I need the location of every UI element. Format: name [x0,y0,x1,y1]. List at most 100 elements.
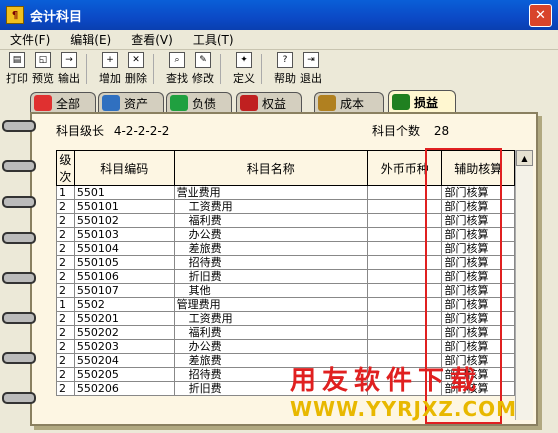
tab-cost[interactable]: 成本 [314,92,384,113]
table-row[interactable]: 2 550203 办公费 部门核算 [56,339,515,354]
cell-name[interactable]: 福利费 [173,213,368,228]
cell-code[interactable]: 550203 [73,339,175,354]
help-button[interactable]: ? 帮助 [272,52,298,86]
cell-currency[interactable] [366,283,443,298]
header-aux[interactable]: 辅助核算 [441,150,515,186]
cell-currency[interactable] [366,185,443,200]
cell-level[interactable]: 2 [56,227,75,242]
cell-code[interactable]: 550103 [73,227,175,242]
header-level[interactable]: 级次 [56,150,75,186]
preview-button[interactable]: ◱ 预览 [30,52,56,86]
cell-name[interactable]: 其他 [173,283,368,298]
cell-code[interactable]: 550204 [73,353,175,368]
cell-code[interactable]: 550107 [73,283,175,298]
cell-aux[interactable]: 部门核算 [441,325,515,340]
cell-code[interactable]: 550206 [73,381,175,396]
cell-level[interactable]: 2 [56,213,75,228]
cell-name[interactable]: 办公费 [173,227,368,242]
export-button[interactable]: → 输出 [56,52,82,86]
header-currency[interactable]: 外币币种 [366,150,443,186]
cell-level[interactable]: 2 [56,367,75,382]
cell-code[interactable]: 5501 [73,185,175,200]
cell-name[interactable]: 招待费 [173,255,368,270]
menu-view[interactable]: 查看(V) [121,31,183,48]
table-row[interactable]: 2 550201 工资费用 部门核算 [56,311,515,326]
cell-aux[interactable]: 部门核算 [441,339,515,354]
table-row[interactable]: 2 550102 福利费 部门核算 [56,213,515,228]
header-code[interactable]: 科目编码 [73,150,175,186]
menu-edit[interactable]: 编辑(E) [60,31,121,48]
cell-level[interactable]: 2 [56,353,75,368]
cell-aux[interactable]: 部门核算 [441,269,515,284]
cell-level[interactable]: 2 [56,255,75,270]
cell-aux[interactable]: 部门核算 [441,283,515,298]
print-button[interactable]: ▤ 打印 [4,52,30,86]
cell-code[interactable]: 550201 [73,311,175,326]
cell-aux[interactable]: 部门核算 [441,227,515,242]
cell-code[interactable]: 550105 [73,255,175,270]
cell-currency[interactable] [366,325,443,340]
tab-profit-loss[interactable]: 损益 [388,90,456,113]
cell-name[interactable]: 折旧费 [173,269,368,284]
cell-level[interactable]: 1 [56,297,75,312]
cell-name[interactable]: 差旅费 [173,241,368,256]
add-button[interactable]: + 增加 [97,52,123,86]
cell-aux[interactable]: 部门核算 [441,297,515,312]
cell-code[interactable]: 550106 [73,269,175,284]
cell-code[interactable]: 5502 [73,297,175,312]
menu-file[interactable]: 文件(F) [0,31,60,48]
cell-level[interactable]: 2 [56,241,75,256]
cell-name[interactable]: 办公费 [173,339,368,354]
table-row[interactable]: 2 550104 差旅费 部门核算 [56,241,515,256]
cell-aux[interactable]: 部门核算 [441,213,515,228]
exit-button[interactable]: ⇥ 退出 [298,52,324,86]
cell-level[interactable]: 1 [56,185,75,200]
menu-tools[interactable]: 工具(T) [183,31,244,48]
table-row[interactable]: 2 550105 招待费 部门核算 [56,255,515,270]
tab-all[interactable]: 全部 [30,92,96,113]
table-row[interactable]: 2 550106 折旧费 部门核算 [56,269,515,284]
cell-aux[interactable]: 部门核算 [441,185,515,200]
table-row[interactable]: 2 550107 其他 部门核算 [56,283,515,298]
cell-level[interactable]: 2 [56,311,75,326]
cell-aux[interactable]: 部门核算 [441,199,515,214]
tab-equity[interactable]: 权益 [236,92,302,113]
cell-aux[interactable]: 部门核算 [441,241,515,256]
cell-level[interactable]: 2 [56,283,75,298]
close-button[interactable]: ✕ [529,4,552,27]
cell-name[interactable]: 工资费用 [173,311,368,326]
cell-currency[interactable] [366,213,443,228]
table-row[interactable]: 2 550202 福利费 部门核算 [56,325,515,340]
cell-currency[interactable] [366,269,443,284]
cell-level[interactable]: 2 [56,381,75,396]
cell-currency[interactable] [366,297,443,312]
cell-name[interactable]: 管理费用 [173,297,368,312]
cell-currency[interactable] [366,199,443,214]
table-row[interactable]: 2 550103 办公费 部门核算 [56,227,515,242]
table-row[interactable]: 2 550101 工资费用 部门核算 [56,199,515,214]
find-button[interactable]: ⌕ 查找 [164,52,190,86]
cell-code[interactable]: 550101 [73,199,175,214]
edit-button[interactable]: ✎ 修改 [190,52,216,86]
cell-aux[interactable]: 部门核算 [441,255,515,270]
cell-code[interactable]: 550102 [73,213,175,228]
tab-liabilities[interactable]: 负债 [166,92,232,113]
cell-currency[interactable] [366,339,443,354]
cell-level[interactable]: 2 [56,269,75,284]
cell-aux[interactable]: 部门核算 [441,311,515,326]
table-row[interactable]: 1 5501 营业费用 部门核算 [56,185,515,200]
cell-currency[interactable] [366,255,443,270]
cell-level[interactable]: 2 [56,199,75,214]
tab-assets[interactable]: 资产 [98,92,164,113]
cell-code[interactable]: 550205 [73,367,175,382]
table-row[interactable]: 1 5502 管理费用 部门核算 [56,297,515,312]
cell-currency[interactable] [366,227,443,242]
cell-name[interactable]: 工资费用 [173,199,368,214]
cell-level[interactable]: 2 [56,339,75,354]
cell-code[interactable]: 550202 [73,325,175,340]
cell-level[interactable]: 2 [56,325,75,340]
cell-name[interactable]: 福利费 [173,325,368,340]
define-button[interactable]: ✦ 定义 [231,52,257,86]
cell-currency[interactable] [366,311,443,326]
cell-currency[interactable] [366,241,443,256]
